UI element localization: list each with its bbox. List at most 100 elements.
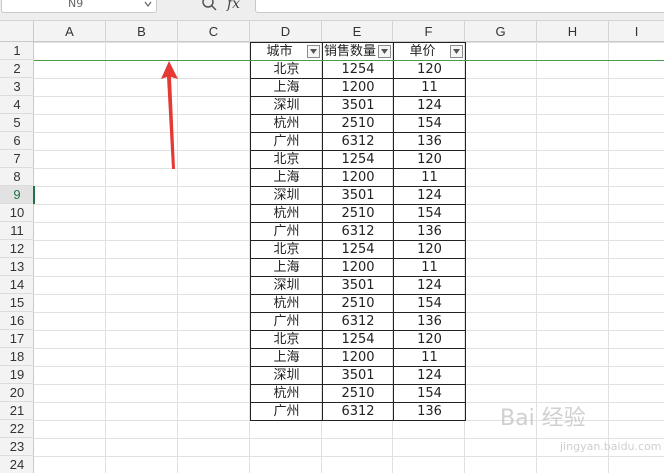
price-cell[interactable]: 136 (393, 132, 466, 151)
fx-label[interactable]: fx (227, 0, 240, 12)
row-header-21[interactable]: 21 (0, 402, 34, 420)
quantity-cell[interactable]: 3501 (322, 366, 394, 385)
city-cell[interactable]: 北京 (250, 330, 323, 349)
quantity-cell[interactable]: 1200 (322, 168, 394, 187)
header-cell-quantity[interactable]: 销售数量 (322, 42, 394, 61)
quantity-cell[interactable]: 3501 (322, 276, 394, 295)
city-cell[interactable]: 广州 (250, 402, 323, 421)
filter-dropdown-icon[interactable] (450, 45, 463, 58)
quantity-cell[interactable]: 1254 (322, 330, 394, 349)
quantity-cell[interactable]: 1254 (322, 60, 394, 79)
quantity-cell[interactable]: 2510 (322, 204, 394, 223)
row-header-22[interactable]: 22 (0, 420, 34, 438)
price-cell[interactable]: 11 (393, 348, 466, 367)
row-header-15[interactable]: 15 (0, 294, 34, 312)
row-header-10[interactable]: 10 (0, 204, 34, 222)
formula-input[interactable] (255, 0, 664, 13)
quantity-cell[interactable]: 1254 (322, 150, 394, 169)
row-header-17[interactable]: 17 (0, 330, 34, 348)
row-header-3[interactable]: 3 (0, 78, 34, 96)
price-cell[interactable]: 11 (393, 168, 466, 187)
row-header-4[interactable]: 4 (0, 96, 34, 114)
city-cell[interactable]: 杭州 (250, 384, 323, 403)
city-cell[interactable]: 杭州 (250, 204, 323, 223)
row-header-6[interactable]: 6 (0, 132, 34, 150)
quantity-cell[interactable]: 3501 (322, 186, 394, 205)
city-cell[interactable]: 深圳 (250, 96, 323, 115)
city-cell[interactable]: 上海 (250, 348, 323, 367)
row-header-18[interactable]: 18 (0, 348, 34, 366)
city-cell[interactable]: 广州 (250, 132, 323, 151)
price-cell[interactable]: 154 (393, 114, 466, 133)
city-cell[interactable]: 杭州 (250, 294, 323, 313)
row-header-13[interactable]: 13 (0, 258, 34, 276)
row-header-11[interactable]: 11 (0, 222, 34, 240)
city-cell[interactable]: 深圳 (250, 186, 323, 205)
column-header-c[interactable]: C (178, 21, 250, 42)
city-cell[interactable]: 上海 (250, 168, 323, 187)
row-header-23[interactable]: 23 (0, 438, 34, 456)
column-header-b[interactable]: B (106, 21, 178, 42)
name-box[interactable]: N9 (1, 0, 157, 13)
quantity-cell[interactable]: 6312 (322, 132, 394, 151)
price-cell[interactable]: 136 (393, 222, 466, 241)
quantity-cell[interactable]: 1200 (322, 348, 394, 367)
price-cell[interactable]: 154 (393, 204, 466, 223)
price-cell[interactable]: 124 (393, 366, 466, 385)
quantity-cell[interactable]: 1254 (322, 240, 394, 259)
select-all-corner[interactable] (0, 21, 34, 42)
zoom-icon[interactable] (200, 0, 220, 14)
header-cell-city[interactable]: 城市 (250, 42, 323, 61)
city-cell[interactable]: 上海 (250, 258, 323, 277)
row-header-12[interactable]: 12 (0, 240, 34, 258)
price-cell[interactable]: 124 (393, 276, 466, 295)
price-cell[interactable]: 11 (393, 258, 466, 277)
quantity-cell[interactable]: 2510 (322, 294, 394, 313)
city-cell[interactable]: 北京 (250, 150, 323, 169)
row-header-19[interactable]: 19 (0, 366, 34, 384)
row-header-7[interactable]: 7 (0, 150, 34, 168)
row-header-14[interactable]: 14 (0, 276, 34, 294)
quantity-cell[interactable]: 6312 (322, 312, 394, 331)
row-header-2[interactable]: 2 (0, 60, 34, 78)
price-cell[interactable]: 120 (393, 60, 466, 79)
price-cell[interactable]: 120 (393, 240, 466, 259)
row-header-9[interactable]: 9 (0, 186, 34, 204)
chevron-down-icon[interactable] (144, 0, 152, 8)
city-cell[interactable]: 北京 (250, 240, 323, 259)
column-header-d[interactable]: D (250, 21, 322, 42)
city-cell[interactable]: 杭州 (250, 114, 323, 133)
row-header-1[interactable]: 1 (0, 42, 34, 60)
price-cell[interactable]: 154 (393, 384, 466, 403)
price-cell[interactable]: 136 (393, 312, 466, 331)
column-header-a[interactable]: A (34, 21, 106, 42)
city-cell[interactable]: 广州 (250, 222, 323, 241)
header-cell-price[interactable]: 单价 (393, 42, 466, 61)
price-cell[interactable]: 124 (393, 96, 466, 115)
column-header-g[interactable]: G (465, 21, 537, 42)
city-cell[interactable]: 上海 (250, 78, 323, 97)
price-cell[interactable]: 136 (393, 402, 466, 421)
quantity-cell[interactable]: 1200 (322, 258, 394, 277)
quantity-cell[interactable]: 6312 (322, 402, 394, 421)
filter-dropdown-icon[interactable] (378, 45, 391, 58)
price-cell[interactable]: 120 (393, 330, 466, 349)
price-cell[interactable]: 11 (393, 78, 466, 97)
price-cell[interactable]: 154 (393, 294, 466, 313)
price-cell[interactable]: 120 (393, 150, 466, 169)
quantity-cell[interactable]: 6312 (322, 222, 394, 241)
column-header-f[interactable]: F (393, 21, 465, 42)
row-header-16[interactable]: 16 (0, 312, 34, 330)
row-header-20[interactable]: 20 (0, 384, 34, 402)
column-header-h[interactable]: H (537, 21, 609, 42)
city-cell[interactable]: 广州 (250, 312, 323, 331)
filter-dropdown-icon[interactable] (307, 45, 320, 58)
quantity-cell[interactable]: 2510 (322, 384, 394, 403)
city-cell[interactable]: 深圳 (250, 276, 323, 295)
row-header-8[interactable]: 8 (0, 168, 34, 186)
quantity-cell[interactable]: 1200 (322, 78, 394, 97)
quantity-cell[interactable]: 3501 (322, 96, 394, 115)
row-header-5[interactable]: 5 (0, 114, 34, 132)
price-cell[interactable]: 124 (393, 186, 466, 205)
column-header-e[interactable]: E (322, 21, 393, 42)
